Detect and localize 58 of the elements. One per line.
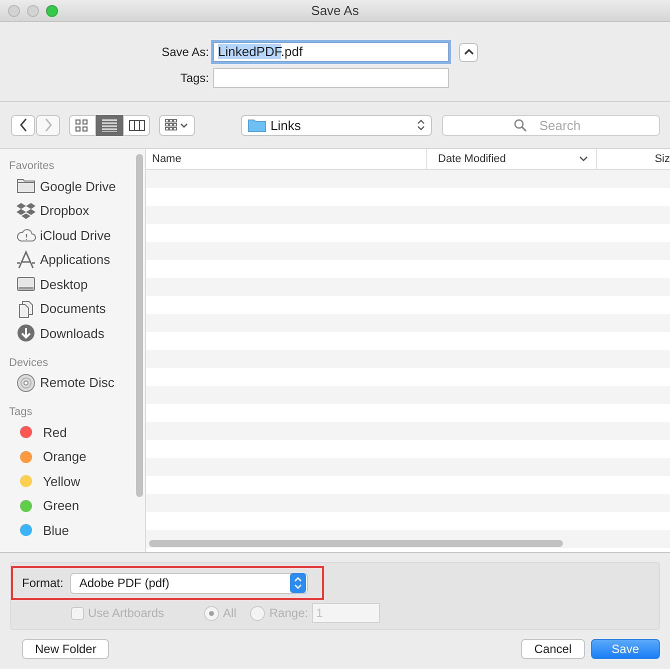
sidebar-item[interactable]: Downloads <box>0 321 118 346</box>
sidebar-item[interactable]: Green <box>0 494 118 518</box>
sidebar-item[interactable]: Desktop <box>0 272 118 296</box>
view-button[interactable] <box>123 114 150 136</box>
download-icon <box>16 323 36 344</box>
cancel-button[interactable]: Cancel <box>521 639 585 659</box>
collapse-button[interactable] <box>459 42 478 62</box>
window-control[interactable] <box>27 4 39 16</box>
tags-field[interactable] <box>213 68 449 88</box>
sidebar-item[interactable]: Remote Disc <box>0 370 118 395</box>
back-button[interactable] <box>11 114 35 136</box>
sidebar-item[interactable]: Google Drive <box>0 174 118 198</box>
sidebar-item[interactable]: Blue <box>0 518 118 542</box>
column-header[interactable]: Siz <box>597 149 670 169</box>
sidebar-item[interactable]: Orange <box>0 444 118 469</box>
section-heading: Favorites <box>8 159 56 174</box>
scrollbar[interactable] <box>136 154 143 497</box>
documents-icon <box>16 298 36 319</box>
sidebar-item[interactable]: Dropbox <box>0 198 118 223</box>
search-icon <box>514 118 527 132</box>
sidebar-item[interactable]: Red <box>0 420 118 444</box>
column-header[interactable]: Date Modified <box>427 149 597 169</box>
view-button[interactable] <box>96 114 123 136</box>
grid-icon <box>74 118 90 132</box>
filename-field[interactable]: LinkedPDF.pdf <box>213 42 449 62</box>
list-icon <box>102 118 118 132</box>
window-title: Save As <box>311 3 359 18</box>
stepper-icon <box>290 573 306 593</box>
sidebar-item[interactable]: Documents <box>0 296 118 321</box>
chevron-right-icon <box>44 118 52 132</box>
chevron-left-icon <box>18 118 28 132</box>
dropbox-icon <box>16 200 36 221</box>
window-control[interactable] <box>8 4 20 16</box>
sidebar-item[interactable]: Applications <box>0 248 118 272</box>
sidebar-item[interactable]: Yellow <box>0 469 118 494</box>
format-popup[interactable]: Adobe PDF (pdf) <box>70 572 308 594</box>
sidebar-item[interactable]: iCloud Drive <box>0 223 118 248</box>
folder-icon <box>248 118 266 132</box>
field-label: Format: <box>22 576 64 590</box>
chevron-up-icon <box>464 49 474 55</box>
section-heading: Devices <box>8 356 50 370</box>
search-field[interactable]: Search <box>442 114 660 136</box>
field-label: Tags: <box>179 71 210 85</box>
caret-icon <box>180 122 188 128</box>
field-label: Save As: <box>160 45 210 59</box>
scrollbar[interactable] <box>149 540 563 547</box>
disc-icon <box>16 372 36 393</box>
arrange-button[interactable] <box>159 114 195 136</box>
app-store-icon <box>16 250 36 270</box>
column-header[interactable]: Name <box>146 149 427 169</box>
view-button[interactable] <box>69 114 96 136</box>
location-popup[interactable]: Links <box>240 114 432 136</box>
columns-icon <box>128 118 144 132</box>
stepper-icon <box>417 119 425 131</box>
new-folder-button[interactable]: New Folder <box>22 639 110 659</box>
window-control[interactable] <box>46 4 58 16</box>
section-heading: Tags <box>8 405 34 420</box>
grid-icon <box>165 119 178 131</box>
